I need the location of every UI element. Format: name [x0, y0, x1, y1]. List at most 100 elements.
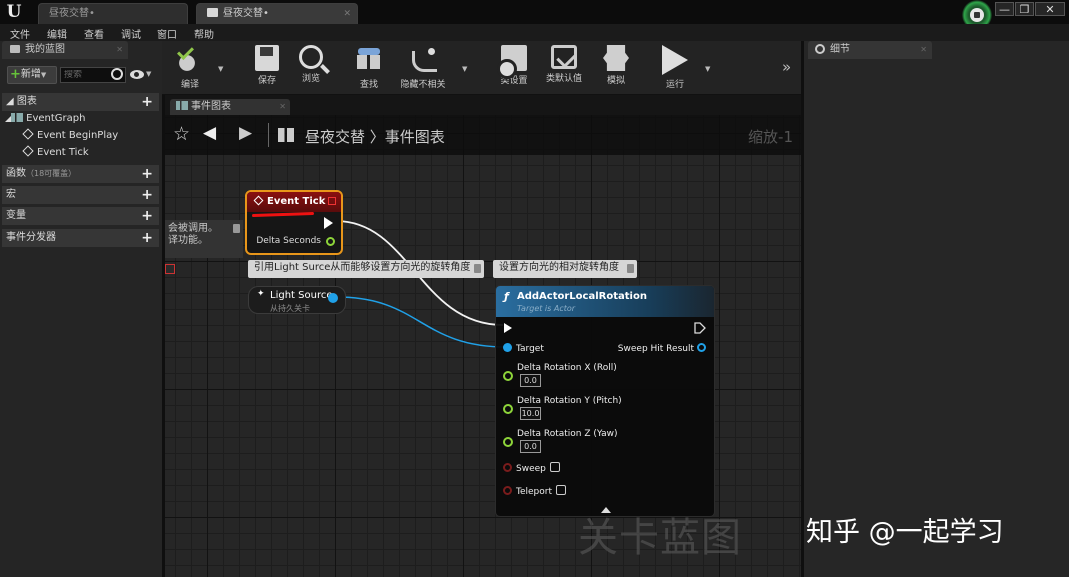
comment-light-reference[interactable]: 引用Light Surce从而能够设置方向光的旋转角度 — [248, 260, 484, 278]
comment-text: 引用Light Surce从而能够设置方向光的旋转角度 — [254, 262, 471, 273]
offscreen-node-delegate-pin[interactable] — [165, 264, 175, 274]
tree-item-eventgraph[interactable]: ◢ EventGraph — [5, 113, 85, 124]
close-window-button[interactable]: ✕ — [1035, 2, 1065, 16]
menu-debug[interactable]: 调试 — [121, 26, 141, 41]
menu-view[interactable]: 查看 — [84, 26, 104, 41]
teleport-pin-row[interactable]: Teleport — [503, 485, 566, 497]
restore-button[interactable]: ❐ — [1015, 2, 1034, 16]
offscreen-comment-box[interactable]: 会被调用。 译功能。 — [165, 220, 243, 258]
save-icon — [255, 45, 279, 71]
document-tab-1[interactable]: 昼夜交替• — [38, 3, 188, 24]
add-new-button[interactable]: +新增▼ — [7, 66, 57, 84]
class-settings-button[interactable]: 类设置 — [492, 45, 536, 93]
section-dispatchers[interactable]: 事件分发器 + — [2, 229, 159, 247]
menu-edit[interactable]: 编辑 — [47, 26, 67, 41]
back-arrow-icon[interactable]: ◀ — [203, 123, 216, 143]
pin-label: Sweep Hit Result — [617, 344, 694, 354]
tab-event-graph[interactable]: 事件图表 ✕ — [170, 99, 290, 115]
toolbar-overflow-icon[interactable]: » — [782, 58, 791, 76]
event-diamond-icon — [22, 145, 34, 157]
close-tab-icon[interactable]: ✕ — [116, 41, 123, 59]
menu-window[interactable]: 窗口 — [157, 26, 177, 41]
favorite-star-icon[interactable]: ☆ — [173, 123, 190, 145]
tree-item-beginplay[interactable]: Event BeginPlay — [22, 128, 118, 141]
find-label: 查找 — [359, 80, 378, 90]
section-macros[interactable]: 宏 + — [2, 186, 159, 204]
section-graphs[interactable]: ◢ 图表 + — [2, 93, 159, 111]
minimize-button[interactable]: — — [995, 2, 1014, 16]
event-tick-node[interactable]: Event Tick Delta Seconds — [245, 190, 343, 255]
close-tab-icon[interactable]: ✕ — [279, 99, 286, 115]
breadcrumb[interactable]: 昼夜交替 〉事件图表 — [305, 126, 445, 147]
browse-magnifier-icon — [299, 45, 323, 69]
binoculars-icon — [354, 45, 384, 75]
details-panel: 细节 ✕ — [804, 41, 1069, 577]
browse-button[interactable]: 浏览 — [289, 45, 333, 93]
rotation-x-pin[interactable] — [503, 371, 513, 381]
rotation-y-pin[interactable] — [503, 404, 513, 414]
add-function-plus-icon[interactable]: + — [141, 165, 153, 183]
view-options-eye-icon[interactable] — [130, 70, 144, 79]
sweep-pin[interactable] — [503, 463, 512, 472]
sweep-hit-result-pin-row[interactable]: Sweep Hit Result — [618, 343, 706, 354]
chevron-down-icon[interactable]: ▼ — [146, 70, 151, 78]
delta-seconds-pin[interactable] — [326, 237, 335, 246]
target-pin[interactable] — [503, 343, 512, 352]
light-source-output-pin[interactable] — [328, 293, 338, 303]
compile-options-chevron-icon[interactable]: ▼ — [218, 65, 223, 73]
exec-output-pin[interactable] — [694, 322, 706, 334]
save-button[interactable]: 保存 — [245, 45, 289, 93]
search-field[interactable] — [60, 67, 126, 83]
hide-options-chevron-icon[interactable]: ▼ — [462, 65, 467, 73]
search-input[interactable] — [64, 70, 110, 80]
forward-arrow-icon[interactable]: ▶ — [239, 123, 252, 143]
section-label: 图表 — [16, 96, 37, 107]
node-title: AddActorLocalRotation — [517, 291, 647, 302]
add-graph-plus-icon[interactable]: + — [141, 93, 153, 111]
rotation-y-input[interactable]: 10.0 — [520, 407, 541, 420]
menu-file[interactable]: 文件 — [10, 26, 30, 41]
rotation-x-input[interactable]: 0.0 — [520, 374, 541, 387]
details-tab[interactable]: 细节 ✕ — [808, 41, 932, 59]
exec-output-pin[interactable] — [324, 217, 333, 229]
add-actor-local-rotation-node[interactable]: ƒ AddActorLocalRotation Target is Actor … — [495, 285, 715, 517]
target-pin-row[interactable]: Target — [503, 343, 544, 354]
menu-help[interactable]: 帮助 — [194, 26, 214, 41]
sweep-checkbox[interactable] — [549, 462, 560, 472]
tab-label: 昼夜交替• — [223, 8, 269, 19]
graph-icon — [278, 128, 294, 142]
unreal-logo-icon[interactable]: U — [4, 2, 24, 22]
document-tab-2[interactable]: 昼夜交替• ✕ — [196, 3, 358, 24]
sweep-pin-row[interactable]: Sweep — [503, 462, 560, 474]
hide-unrelated-button[interactable]: 隐藏不相关 — [390, 45, 456, 93]
exec-input-pin[interactable] — [504, 323, 512, 333]
add-variable-plus-icon[interactable]: + — [141, 207, 153, 225]
play-icon — [662, 45, 688, 75]
compile-button[interactable]: 编译 — [168, 45, 212, 93]
delegate-pin[interactable] — [328, 197, 336, 205]
rotation-z-pin[interactable] — [503, 437, 513, 447]
teleport-pin[interactable] — [503, 486, 512, 495]
search-icon[interactable] — [111, 68, 123, 80]
find-button[interactable]: 查找 — [347, 45, 391, 93]
close-tab-icon[interactable]: ✕ — [920, 41, 927, 59]
section-variables[interactable]: 变量 + — [2, 207, 159, 225]
teleport-checkbox[interactable] — [556, 485, 566, 495]
node-subtitle: Target is Actor — [517, 304, 576, 313]
section-functions[interactable]: 函数（18可覆盖） + — [2, 165, 159, 183]
tree-item-tick[interactable]: Event Tick — [22, 145, 89, 158]
play-options-chevron-icon[interactable]: ▼ — [705, 65, 710, 73]
add-macro-plus-icon[interactable]: + — [141, 186, 153, 204]
my-blueprint-tab[interactable]: 我的蓝图 ✕ — [2, 41, 128, 59]
rotation-z-input[interactable]: 0.0 — [520, 440, 541, 453]
simulate-button[interactable]: 模拟 — [594, 45, 638, 93]
light-source-node[interactable]: ✦ Light Source 从持久关卡 — [248, 286, 346, 314]
graph-watermark: 关卡蓝图 — [578, 515, 742, 561]
comment-set-rotation[interactable]: 设置方向光的相对旋转角度 — [493, 260, 637, 278]
close-tab-icon[interactable]: ✕ — [343, 4, 351, 24]
play-button[interactable]: 运行 — [653, 45, 697, 93]
sweep-hit-result-pin[interactable] — [697, 343, 706, 352]
class-defaults-button[interactable]: 类默认值 — [542, 45, 586, 93]
add-dispatcher-plus-icon[interactable]: + — [141, 229, 153, 247]
node-subtitle: 从持久关卡 — [270, 304, 310, 313]
